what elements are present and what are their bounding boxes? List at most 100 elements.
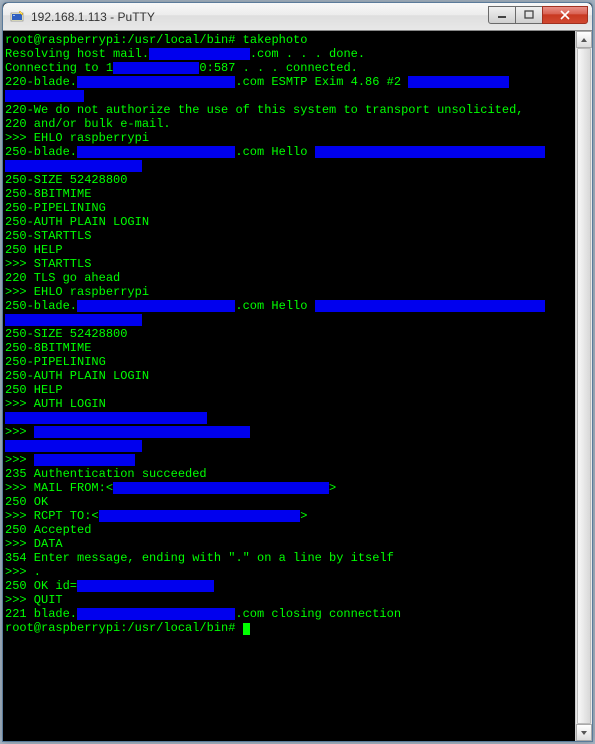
terminal-text: >>> QUIT	[5, 593, 63, 607]
terminal-line: root@raspberrypi:/usr/local/bin# takepho…	[5, 33, 573, 47]
terminal-text: 354 Enter message, ending with "." on a …	[5, 551, 394, 565]
terminal-text: 250-AUTH PLAIN LOGIN	[5, 215, 149, 229]
terminal-line: Connecting to 1 0:587 . . . connected.	[5, 61, 573, 75]
window-controls	[489, 6, 588, 26]
redacted-block	[77, 146, 235, 158]
redacted-block	[34, 454, 135, 466]
putty-window: 192.168.1.113 - PuTTY root@raspberrypi:/…	[2, 2, 593, 742]
terminal-text: .com Hello	[235, 299, 314, 313]
terminal-text: .com closing connection	[235, 607, 401, 621]
terminal-line: 250-8BITMIME	[5, 187, 573, 201]
scroll-thumb[interactable]	[577, 48, 591, 724]
terminal-text: 220-We do not authorize the use of this …	[5, 103, 531, 117]
terminal-line: 250-8BITMIME	[5, 341, 573, 355]
terminal-text: 250-STARTTLS	[5, 229, 91, 243]
terminal-text: >>> EHLO raspberrypi	[5, 131, 149, 145]
terminal-line	[5, 89, 573, 103]
window-title: 192.168.1.113 - PuTTY	[31, 10, 489, 24]
terminal-line: 250-PIPELINING	[5, 355, 573, 369]
redacted-block	[5, 440, 142, 452]
terminal-text: >	[300, 509, 307, 523]
terminal-line: >>>	[5, 425, 573, 439]
terminal-line: 250-SIZE 52428800	[5, 327, 573, 341]
terminal-text: >>> RCPT TO:<	[5, 509, 99, 523]
terminal-line: 354 Enter message, ending with "." on a …	[5, 551, 573, 565]
redacted-block	[149, 48, 250, 60]
minimize-button[interactable]	[488, 6, 516, 24]
terminal-text: 250 OK id=	[5, 579, 77, 593]
terminal-text: 250-PIPELINING	[5, 355, 106, 369]
terminal-line: >>> DATA	[5, 537, 573, 551]
terminal-text: Connecting to 1	[5, 61, 113, 75]
terminal[interactable]: root@raspberrypi:/usr/local/bin# takepho…	[3, 31, 575, 741]
redacted-block	[5, 412, 207, 424]
terminal-text: >>>	[5, 453, 34, 467]
terminal-line: >>> MAIL FROM:<>	[5, 481, 573, 495]
terminal-text: 250 HELP	[5, 383, 63, 397]
terminal-text: 250-PIPELINING	[5, 201, 106, 215]
terminal-text: 220 TLS go ahead	[5, 271, 120, 285]
terminal-text: 250-SIZE 52428800	[5, 327, 127, 341]
terminal-line: 250-blade. .com Hello	[5, 299, 573, 313]
terminal-line: 235 Authentication succeeded	[5, 467, 573, 481]
titlebar[interactable]: 192.168.1.113 - PuTTY	[3, 3, 592, 31]
terminal-text: root@raspberrypi:/usr/local/bin# takepho…	[5, 33, 307, 47]
putty-icon	[9, 9, 25, 25]
terminal-text: 250 OK	[5, 495, 48, 509]
terminal-text: .com Hello	[235, 145, 314, 159]
terminal-text: >>> MAIL FROM:<	[5, 481, 113, 495]
terminal-text: 250-8BITMIME	[5, 187, 91, 201]
terminal-line: 220 and/or bulk e-mail.	[5, 117, 573, 131]
terminal-text: 0:587 . . . connected.	[199, 61, 357, 75]
terminal-text: 250 Accepted	[5, 523, 91, 537]
redacted-block	[113, 62, 199, 74]
terminal-line: 250-AUTH PLAIN LOGIN	[5, 215, 573, 229]
terminal-line: root@raspberrypi:/usr/local/bin#	[5, 621, 573, 635]
terminal-text: 221 blade.	[5, 607, 77, 621]
terminal-line: >>> EHLO raspberrypi	[5, 131, 573, 145]
redacted-block	[77, 300, 235, 312]
terminal-line: 220-We do not authorize the use of this …	[5, 103, 573, 117]
redacted-block	[77, 580, 214, 592]
scroll-track[interactable]	[576, 48, 592, 724]
terminal-text: >>> EHLO raspberrypi	[5, 285, 149, 299]
terminal-line: 250 HELP	[5, 243, 573, 257]
terminal-text: .com ESMTP Exim 4.86 #2	[235, 75, 408, 89]
redacted-block	[5, 90, 84, 102]
terminal-line: 250 HELP	[5, 383, 573, 397]
redacted-block	[408, 76, 509, 88]
terminal-line: >>> EHLO raspberrypi	[5, 285, 573, 299]
terminal-line	[5, 439, 573, 453]
redacted-block	[99, 510, 301, 522]
terminal-text: >>> .	[5, 565, 41, 579]
terminal-line: >>> .	[5, 565, 573, 579]
redacted-block	[77, 608, 235, 620]
terminal-line: 220-blade..com ESMTP Exim 4.86 #2	[5, 75, 573, 89]
terminal-line: 250 Accepted	[5, 523, 573, 537]
terminal-text: 220 and/or bulk e-mail.	[5, 117, 171, 131]
terminal-line: 221 blade. .com closing connection	[5, 607, 573, 621]
terminal-text: 250-blade.	[5, 299, 77, 313]
terminal-line	[5, 313, 573, 327]
redacted-block	[34, 426, 250, 438]
terminal-line: 250 OK id=	[5, 579, 573, 593]
redacted-block	[77, 76, 235, 88]
redacted-block	[5, 314, 142, 326]
terminal-text: 250-8BITMIME	[5, 341, 91, 355]
terminal-line: >>> AUTH LOGIN	[5, 397, 573, 411]
scroll-up-button[interactable]	[576, 31, 592, 48]
terminal-line: >>> RCPT TO:< >	[5, 509, 573, 523]
terminal-text: 250-SIZE 52428800	[5, 173, 127, 187]
terminal-line: 250 OK	[5, 495, 573, 509]
terminal-text: >>>	[5, 425, 34, 439]
terminal-text: 250-AUTH PLAIN LOGIN	[5, 369, 149, 383]
client-area: root@raspberrypi:/usr/local/bin# takepho…	[3, 31, 592, 741]
terminal-line: 250-STARTTLS	[5, 229, 573, 243]
maximize-button[interactable]	[515, 6, 543, 24]
terminal-line: 250-blade..com Hello	[5, 145, 573, 159]
close-button[interactable]	[542, 6, 588, 24]
scrollbar[interactable]	[575, 31, 592, 741]
redacted-block	[5, 160, 142, 172]
terminal-line: 220 TLS go ahead	[5, 271, 573, 285]
scroll-down-button[interactable]	[576, 724, 592, 741]
